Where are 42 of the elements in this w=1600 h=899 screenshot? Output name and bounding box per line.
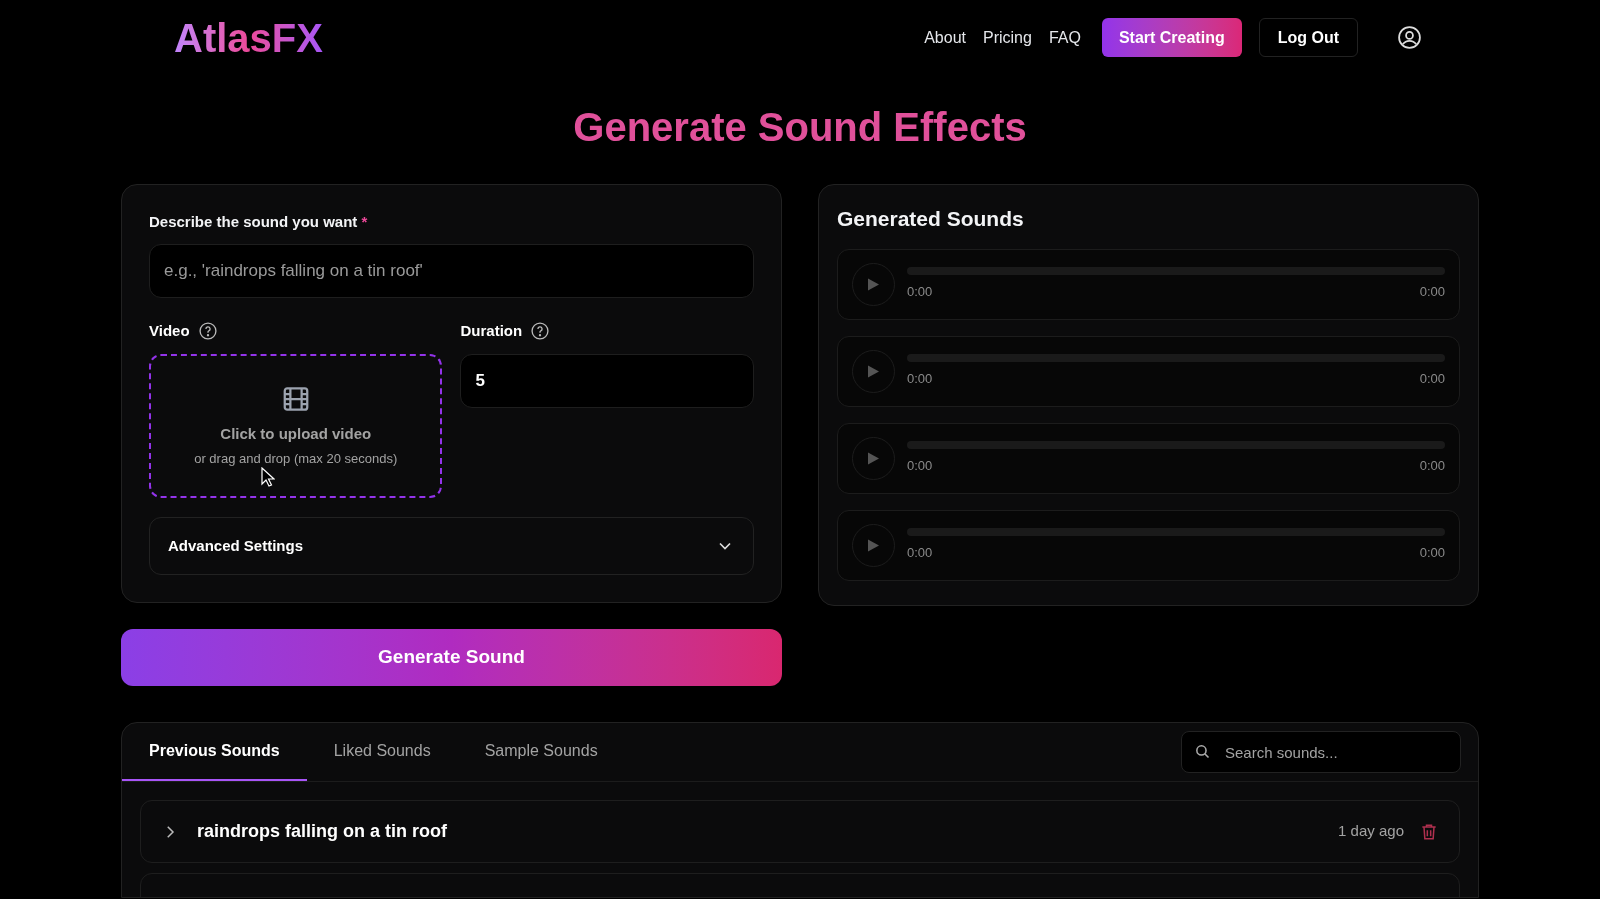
play-icon: [867, 277, 880, 291]
start-creating-button[interactable]: Start Creating: [1101, 18, 1242, 57]
page-title: Generate Sound Effects: [573, 104, 1027, 151]
tab[interactable]: Liked Sounds: [306, 723, 458, 781]
time-ago: 1 day ago: [1338, 821, 1404, 842]
help-icon[interactable]: [530, 320, 551, 341]
search-field[interactable]: Search sounds...: [1181, 731, 1461, 773]
duration-field[interactable]: 5: [460, 354, 754, 408]
search-icon: [1194, 743, 1211, 760]
nav-link[interactable]: Pricing: [982, 25, 1032, 50]
panel-title: Generated Sounds: [836, 206, 1025, 232]
upload-title: Click to upload video: [220, 424, 372, 444]
upload-hint: or drag and drop (max 20 seconds): [194, 449, 398, 468]
current-time: 0:00: [906, 369, 933, 388]
generate-sound-button[interactable]: Generate Sound: [121, 629, 782, 686]
tab[interactable]: Previous Sounds: [122, 723, 307, 781]
sound-list-item[interactable]: raindrops falling on a tin roof 1 day ago: [140, 800, 1460, 863]
nav-link[interactable]: About: [924, 25, 966, 50]
total-time: 0:00: [1419, 369, 1445, 388]
play-icon: [867, 538, 880, 552]
current-time: 0:00: [906, 456, 933, 475]
current-time: 0:00: [906, 543, 933, 562]
play-icon: [867, 364, 880, 378]
required-mark: *: [361, 212, 368, 232]
current-time: 0:00: [906, 282, 933, 301]
log-out-button[interactable]: Log Out: [1258, 18, 1358, 57]
play-icon: [867, 451, 880, 465]
prompt-field[interactable]: e.g., 'raindrops falling on a tin roof': [149, 243, 754, 298]
help-icon[interactable]: [197, 320, 218, 341]
field-label: Duration: [460, 320, 523, 341]
tab[interactable]: Sample Sounds: [457, 723, 625, 781]
advanced-settings-toggle[interactable]: Advanced Settings: [149, 517, 754, 575]
cursor-icon: [261, 467, 275, 487]
field-label: Video: [149, 320, 190, 341]
field-label: Describe the sound you want: [149, 212, 358, 232]
sound-title: raindrops falling on a tin roof: [197, 820, 447, 843]
total-time: 0:00: [1419, 543, 1445, 562]
video-upload-area[interactable]: Click to upload video or drag and drop (max 20 seconds): [149, 354, 443, 498]
total-time: 0:00: [1419, 282, 1445, 301]
nav-link[interactable]: FAQ: [1048, 25, 1081, 50]
user-icon[interactable]: [1397, 25, 1422, 50]
total-time: 0:00: [1419, 456, 1445, 475]
